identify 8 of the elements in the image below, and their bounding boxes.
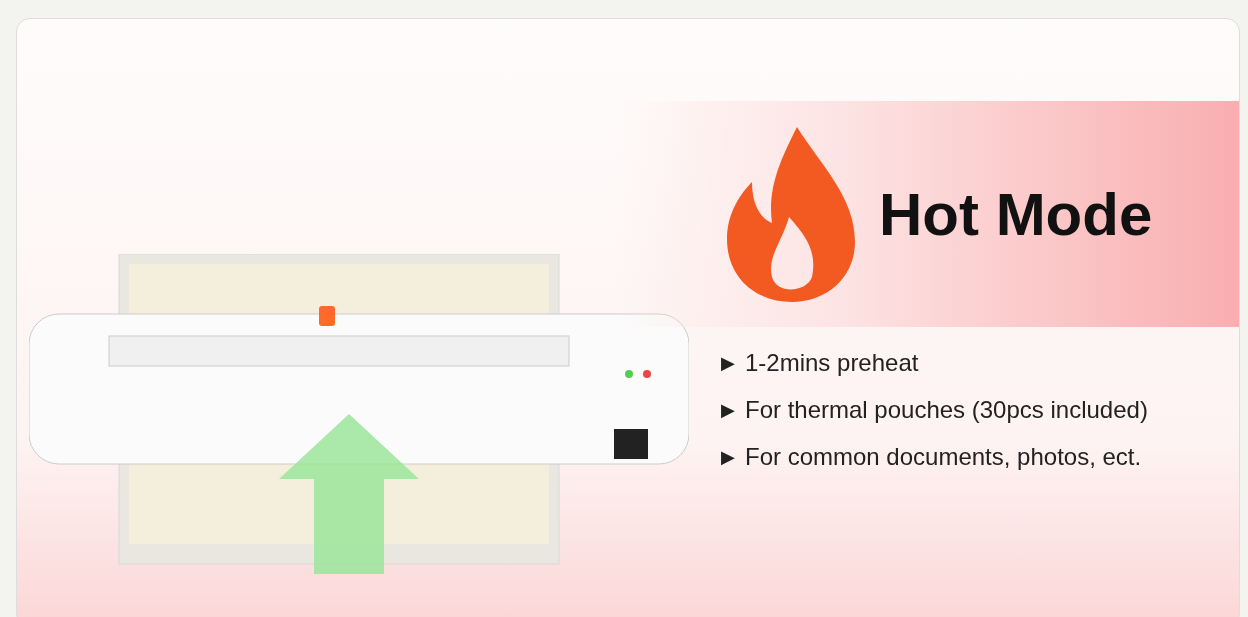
bullet-marker: ▶ <box>721 399 735 422</box>
bullet-marker: ▶ <box>721 352 735 375</box>
bullet-marker: ▶ <box>721 446 735 469</box>
bullet-text: 1-2mins preheat <box>745 349 919 377</box>
heading: Hot Mode <box>879 179 1153 249</box>
bullet-text: For thermal pouches (30pcs included) <box>745 396 1148 424</box>
bullet-text: For common documents, photos, ect. <box>745 443 1142 471</box>
flame-icon <box>727 126 857 302</box>
